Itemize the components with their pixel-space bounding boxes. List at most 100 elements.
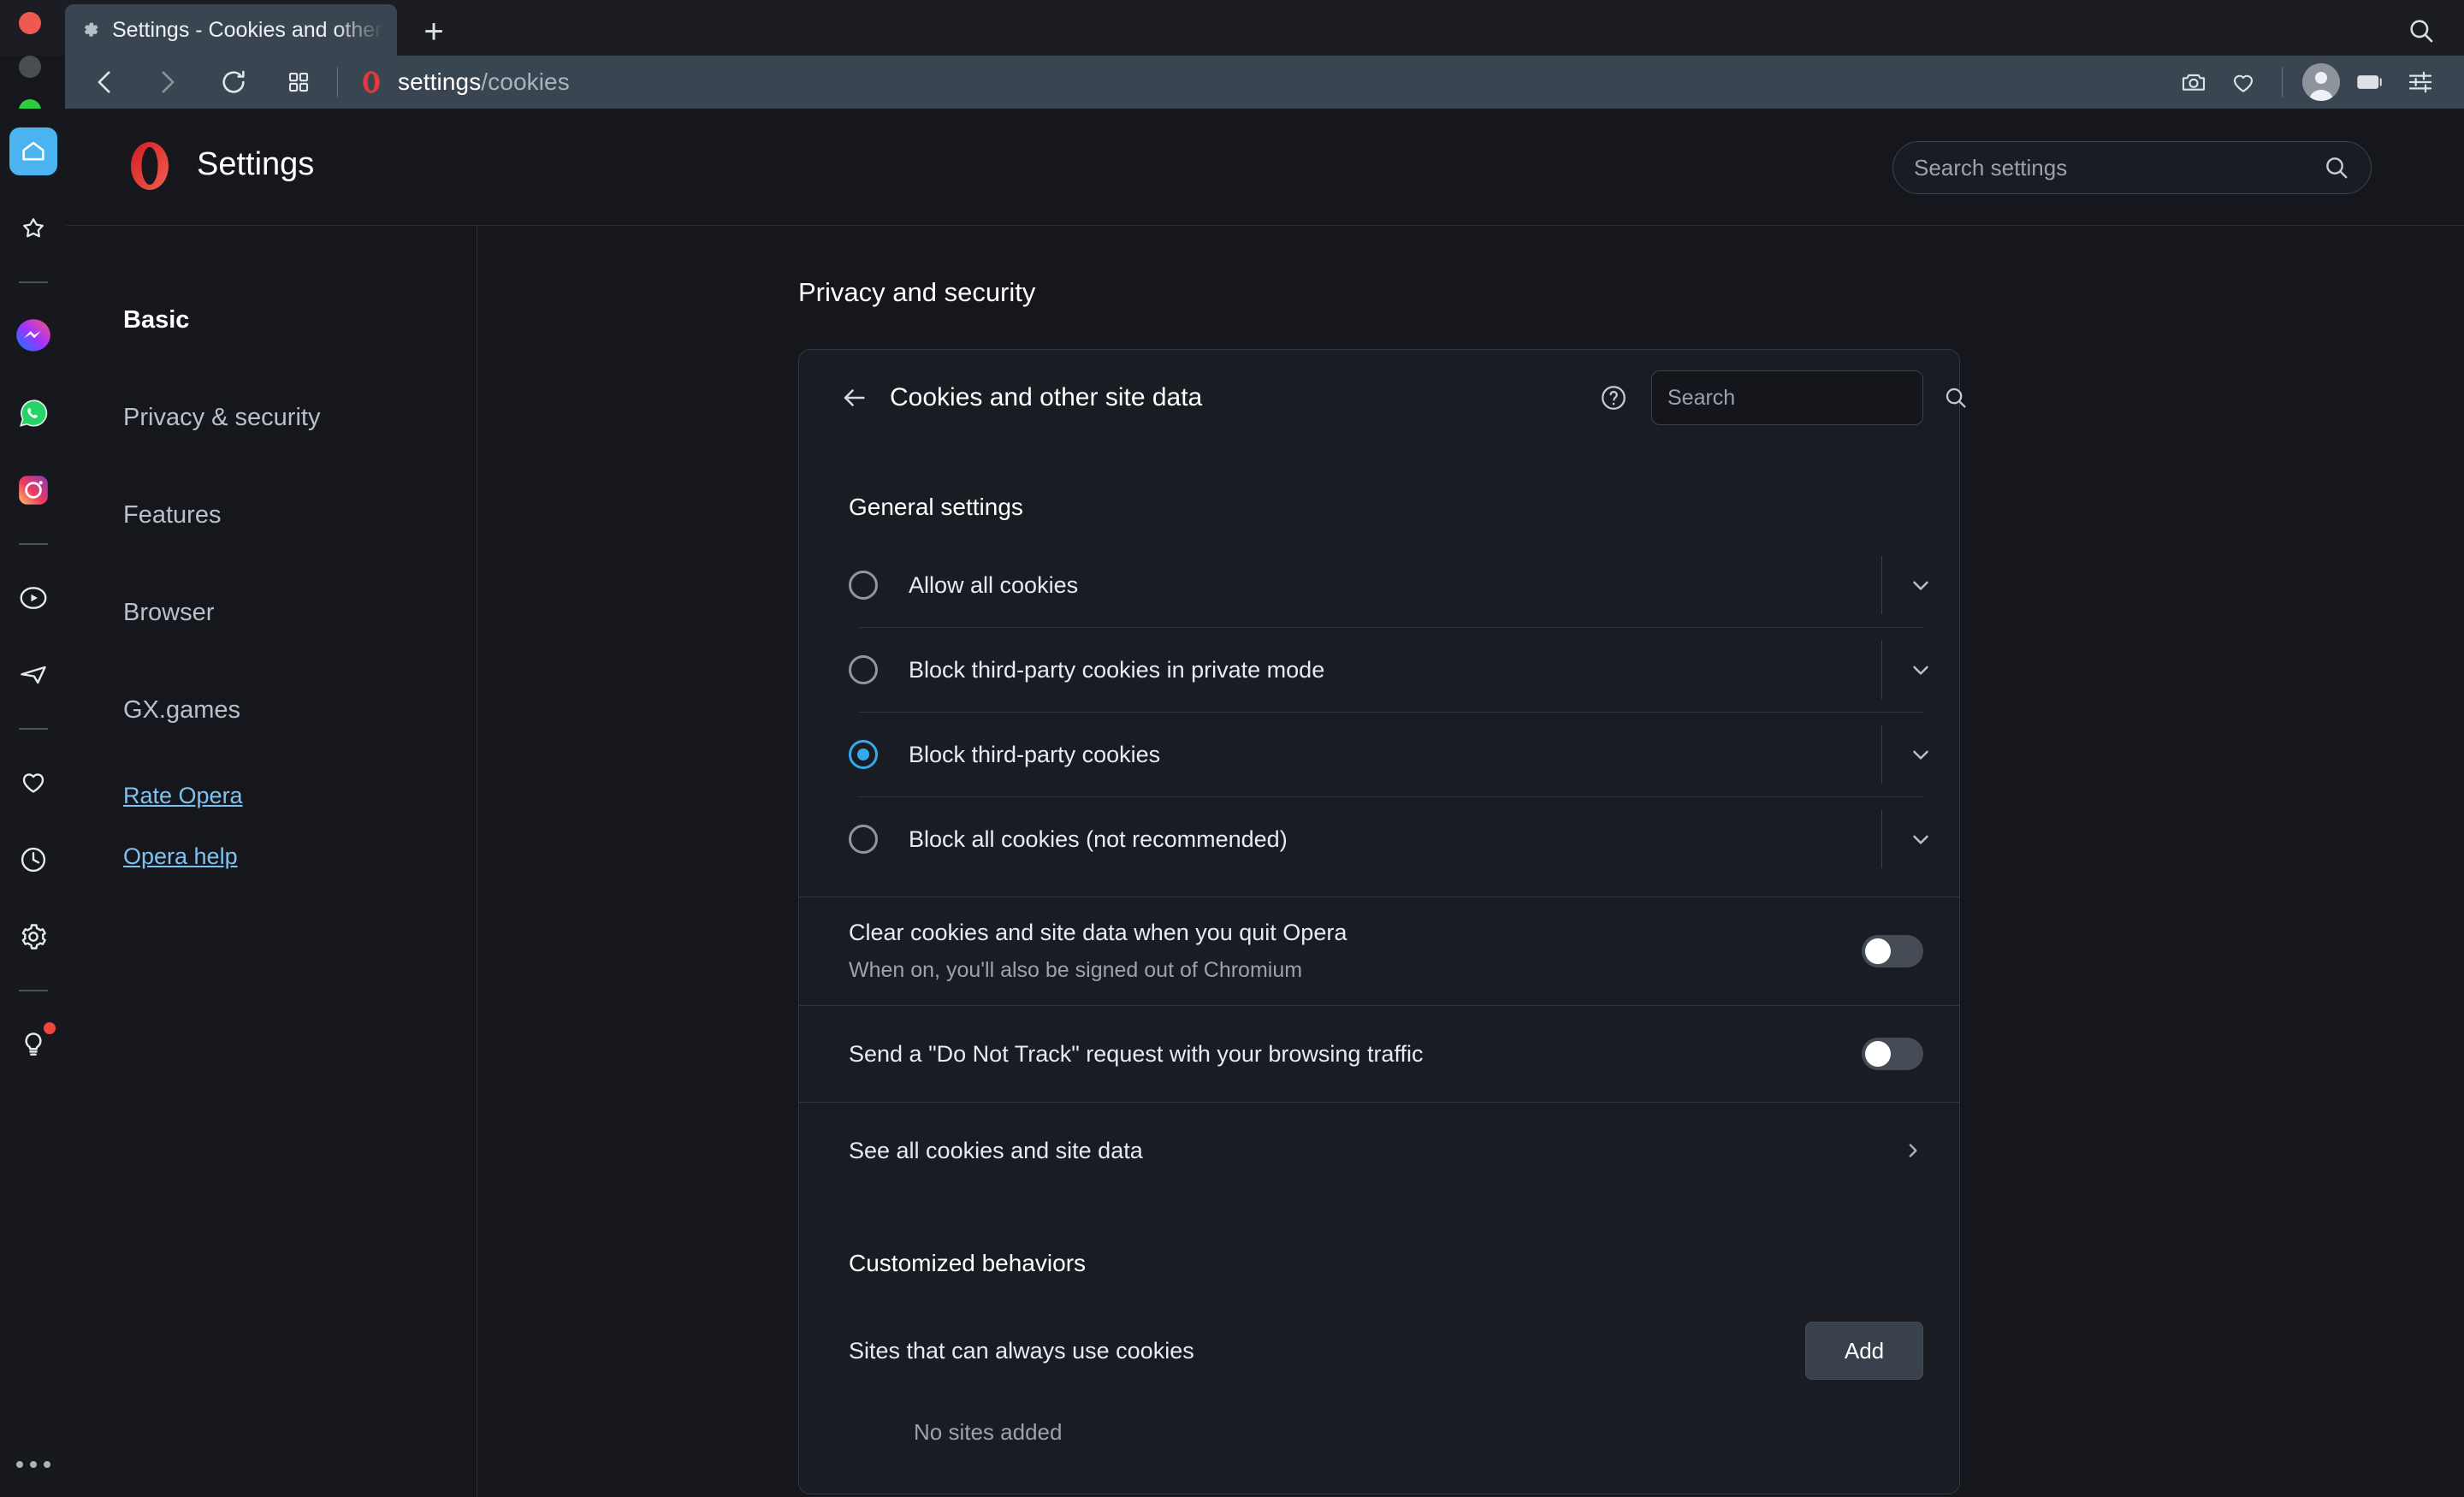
no-sites-added-label: No sites added	[914, 1419, 1063, 1445]
sidebar-item-player[interactable]	[9, 574, 57, 622]
radio-row-block-third-party-private[interactable]: Block third-party cookies in private mod…	[799, 628, 1959, 712]
minimize-window-button[interactable]	[19, 56, 41, 78]
search-icon	[1943, 385, 1969, 411]
add-button[interactable]: Add	[1805, 1322, 1923, 1380]
sidebar-item-home[interactable]	[9, 127, 57, 175]
sidebar-item-telegram[interactable]	[9, 651, 57, 699]
row-expand-area	[1881, 641, 1959, 699]
radio-button[interactable]	[849, 655, 878, 684]
opera-logo-icon	[358, 69, 384, 95]
sidebar-item-features[interactable]: Features	[123, 501, 221, 530]
sidebar-item-tips[interactable]	[9, 1021, 57, 1068]
customized-behaviors-label: Customized behaviors	[849, 1250, 1087, 1276]
see-all-cookies-row[interactable]: See all cookies and site data	[799, 1103, 1959, 1198]
chevron-down-icon[interactable]	[1882, 657, 1959, 683]
sidebar-item-gx-games[interactable]: GX.games	[123, 696, 240, 725]
address-text: settings/cookies	[398, 68, 570, 96]
radio-label: Allow all cookies	[909, 571, 1079, 598]
toggle-switch[interactable]	[1862, 1038, 1923, 1070]
browser-tab[interactable]: Settings - Cookies and other sit	[65, 4, 397, 56]
search-icon	[2323, 154, 2350, 181]
radio-label: Block third-party cookies in private mod…	[909, 656, 1325, 683]
toggle-title: Send a "Do Not Track" request with your …	[849, 1040, 1424, 1067]
chevron-down-icon[interactable]	[1882, 742, 1959, 767]
radio-row-block-all-cookies[interactable]: Block all cookies (not recommended)	[799, 797, 1959, 881]
radio-label: Block all cookies (not recommended)	[909, 825, 1288, 852]
browser-window: Settings - Cookies and other sit + setti…	[0, 0, 2464, 1497]
address-bar[interactable]: settings/cookies	[358, 68, 2169, 96]
sidebar-item-history[interactable]	[9, 836, 57, 884]
toggle-title: Clear cookies and site data when you qui…	[849, 920, 1348, 945]
radio-button[interactable]	[849, 571, 878, 600]
sidebar-item-favorites[interactable]	[9, 759, 57, 807]
sidebar	[0, 109, 67, 1497]
card-title: Cookies and other site data	[890, 383, 1203, 411]
search-input[interactable]	[1914, 154, 2323, 181]
toggle-texts: Clear cookies and site data when you qui…	[849, 920, 1862, 983]
toggle-row-clear-on-quit[interactable]: Clear cookies and site data when you qui…	[799, 897, 1959, 1005]
chevron-right-icon[interactable]	[1901, 1139, 1923, 1162]
settings-body: Basic Privacy & security Features Browse…	[67, 226, 2464, 1497]
settings-nav: Basic Privacy & security Features Browse…	[67, 226, 477, 1497]
speed-dial-button[interactable]	[274, 57, 323, 107]
opera-logo-icon	[123, 139, 176, 192]
reload-button[interactable]	[209, 57, 258, 107]
toggle-row-do-not-track[interactable]: Send a "Do Not Track" request with your …	[799, 1006, 1959, 1102]
titlebar: Settings - Cookies and other sit +	[0, 0, 2464, 121]
notification-badge	[44, 1022, 56, 1034]
cookies-settings-card: Cookies and other site data Search Gener…	[798, 349, 1966, 1494]
sidebar-item-basic[interactable]: Basic	[123, 306, 189, 334]
sidebar-item-messenger[interactable]	[9, 312, 57, 360]
card-header: Cookies and other site data	[799, 350, 1966, 446]
radio-row-block-third-party[interactable]: Block third-party cookies	[799, 713, 1959, 796]
sidebar-item-instagram[interactable]	[9, 466, 57, 514]
sidebar-item-privacy-security[interactable]: Privacy & security	[123, 404, 320, 432]
address-path: /cookies	[481, 68, 570, 95]
cookie-mode-radio-group: Allow all cookies Block third-party cook…	[799, 543, 1959, 881]
sidebar-item-browser[interactable]: Browser	[123, 599, 214, 627]
sliders-icon[interactable]	[2396, 57, 2445, 107]
toggle-switch[interactable]	[1862, 935, 1923, 967]
close-window-button[interactable]	[19, 12, 41, 34]
chevron-down-icon[interactable]	[1882, 826, 1959, 852]
general-settings-label: General settings	[849, 494, 1023, 520]
toolbar-actions	[2169, 57, 2464, 107]
chevron-down-icon[interactable]	[1882, 572, 1959, 598]
settings-header: Settings	[67, 109, 2464, 225]
search-icon[interactable]	[2401, 10, 2442, 51]
avatar-icon	[2302, 63, 2340, 101]
card-search-input[interactable]	[1667, 385, 1943, 411]
ellipsis-icon[interactable]	[16, 1461, 50, 1468]
help-circle-icon[interactable]	[1595, 379, 1632, 417]
search-settings-field[interactable]	[1892, 141, 2372, 194]
back-button[interactable]	[80, 57, 130, 107]
rate-opera-link[interactable]: Rate Opera	[123, 783, 243, 809]
toggle-subtitle: When on, you'll also be signed out of Ch…	[849, 958, 1303, 982]
settings-page: Settings Basic Privacy & security Featur…	[67, 109, 2464, 1497]
radio-button-selected[interactable]	[849, 740, 878, 769]
sidebar-item-whatsapp[interactable]	[9, 389, 57, 437]
card-search-field[interactable]	[1651, 370, 1966, 425]
battery-icon[interactable]	[2346, 57, 2396, 107]
sidebar-divider-3	[19, 728, 48, 730]
camera-icon[interactable]	[2169, 57, 2218, 107]
always-allow-cookies-row: Sites that can always use cookies Add	[799, 1277, 1959, 1380]
avatar[interactable]	[2296, 57, 2346, 107]
sidebar-item-speed-dial[interactable]	[9, 204, 57, 252]
sidebar-divider	[19, 281, 48, 283]
heart-icon[interactable]	[2218, 57, 2268, 107]
radio-row-allow-all-cookies[interactable]: Allow all cookies	[799, 543, 1959, 627]
radio-button[interactable]	[849, 825, 878, 854]
sidebar-item-settings[interactable]	[9, 913, 57, 961]
new-tab-button[interactable]: +	[414, 12, 453, 51]
tab-title: Settings - Cookies and other sit	[112, 17, 383, 42]
page-title: Settings	[197, 146, 315, 182]
sidebar-divider-2	[19, 543, 48, 545]
address-host: settings	[398, 68, 482, 95]
opera-help-link[interactable]: Opera help	[123, 843, 238, 870]
forward-button[interactable]	[142, 57, 192, 107]
toolbar-divider-right	[2282, 68, 2283, 97]
section-title: Privacy and security	[798, 277, 1036, 307]
arrow-left-icon[interactable]	[835, 379, 873, 417]
settings-content: Privacy and security Cookies and other s…	[477, 226, 2464, 1497]
